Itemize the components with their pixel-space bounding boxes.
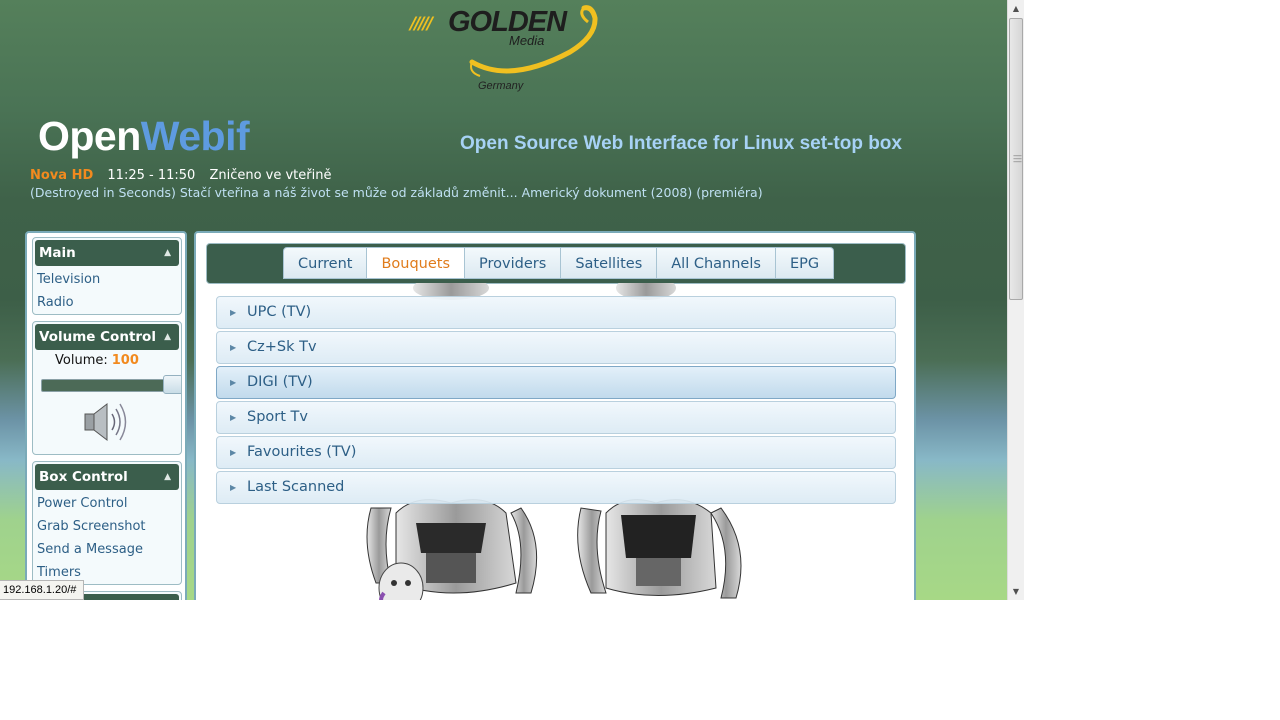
- golden-media-logo: ///// GOLDEN Media Germany: [400, 2, 610, 97]
- left-sidebar: Main ▲ Television Radio Volume Control ▲…: [25, 231, 187, 600]
- expand-triangle-icon: ▶: [230, 413, 237, 422]
- volume-slider-handle[interactable]: [163, 375, 181, 394]
- bouquet-item[interactable]: ▶ DIGI (TV): [216, 366, 896, 399]
- expand-triangle-icon: ▶: [230, 483, 237, 492]
- sidebar-item-grab-screenshot[interactable]: Grab Screenshot: [33, 515, 181, 538]
- logo-sub: Media: [509, 33, 545, 48]
- now-playing-description: (Destroyed in Seconds) Stačí vteřina a n…: [30, 185, 763, 200]
- bouquet-label: UPC (TV): [247, 304, 312, 320]
- bouquet-label: DIGI (TV): [247, 374, 313, 390]
- tab-all-channels[interactable]: All Channels: [657, 247, 776, 279]
- volume-readout: Volume: 100: [55, 353, 139, 368]
- bouquet-label: Cz+Sk Tv: [247, 339, 317, 355]
- sidebar-item-radio[interactable]: Radio: [33, 291, 181, 314]
- volume-panel: Volume Control ▲ Volume: 100: [32, 321, 182, 455]
- bouquet-label: Favourites (TV): [247, 444, 357, 460]
- bouquet-item[interactable]: ▶ Favourites (TV): [216, 436, 896, 469]
- bouquet-item[interactable]: ▶ Sport Tv: [216, 401, 896, 434]
- expand-triangle-icon: ▶: [230, 343, 237, 352]
- speaker-icon[interactable]: [83, 400, 133, 448]
- openwebif-title: OpenWebif: [38, 113, 250, 160]
- logo-country: Germany: [478, 80, 524, 92]
- scroll-down-arrow-icon[interactable]: ▼: [1008, 583, 1024, 600]
- bouquet-item[interactable]: ▶ Cz+Sk Tv: [216, 331, 896, 364]
- volume-panel-header[interactable]: Volume Control ▲: [35, 324, 179, 350]
- expand-triangle-icon: ▶: [230, 448, 237, 457]
- expand-triangle-icon: ▶: [230, 378, 237, 387]
- now-playing-title: Zničeno ve vteřině: [209, 168, 332, 183]
- sidebar-item-send-message[interactable]: Send a Message: [33, 538, 181, 561]
- tab-current[interactable]: Current: [283, 247, 368, 279]
- collapse-caret-icon[interactable]: ▲: [164, 464, 171, 490]
- browser-viewport: ///// GOLDEN Media Germany OpenWebif Ope…: [0, 0, 1007, 600]
- bouquet-item[interactable]: ▶ Last Scanned: [216, 471, 896, 504]
- tab-bouquets[interactable]: Bouquets: [367, 247, 466, 279]
- volume-value: 100: [111, 353, 139, 368]
- now-playing-time: 11:25 - 11:50: [107, 168, 196, 183]
- brand-open: Open: [38, 113, 141, 159]
- volume-slider-track[interactable]: [41, 379, 165, 392]
- collapse-caret-icon[interactable]: ▲: [164, 324, 171, 350]
- tab-bar: Current Bouquets Providers Satellites Al…: [206, 243, 906, 284]
- scrollbar-grip-icon: — — —: [1013, 151, 1022, 167]
- vertical-scrollbar[interactable]: ▲ — — — ▼: [1007, 0, 1024, 600]
- collapse-caret-icon[interactable]: ▲: [164, 240, 171, 266]
- logo-brand: GOLDEN: [448, 6, 567, 38]
- brand-webif: Webif: [140, 113, 250, 159]
- status-url-tooltip: 192.168.1.20/#: [0, 580, 84, 600]
- bouquet-list: ▶ UPC (TV) ▶ Cz+Sk Tv ▶ DIGI (TV) ▶ Sport Tv…: [216, 296, 896, 506]
- main-panel-title: Main: [39, 245, 76, 261]
- box-control-title: Box Control: [39, 469, 128, 485]
- volume-panel-title: Volume Control: [39, 329, 156, 345]
- main-panel-header[interactable]: Main ▲: [35, 240, 179, 266]
- main-panel: Main ▲ Television Radio: [32, 237, 182, 315]
- logo-stripes: /////: [410, 14, 433, 34]
- now-playing-channel[interactable]: Nova HD: [30, 168, 93, 183]
- page-tagline: Open Source Web Interface for Linux set-…: [460, 133, 902, 154]
- box-control-panel-header[interactable]: Box Control ▲: [35, 464, 179, 490]
- expand-triangle-icon: ▶: [230, 308, 237, 317]
- main-content: Current Bouquets Providers Satellites Al…: [194, 231, 916, 600]
- sidebar-item-television[interactable]: Television: [33, 268, 181, 291]
- tab-providers[interactable]: Providers: [465, 247, 562, 279]
- volume-label: Volume:: [55, 353, 108, 368]
- sidebar-item-power-control[interactable]: Power Control: [33, 492, 181, 515]
- box-control-panel: Box Control ▲ Power Control Grab Screens…: [32, 461, 182, 585]
- bouquet-label: Last Scanned: [247, 479, 345, 495]
- bouquet-item[interactable]: ▶ UPC (TV): [216, 296, 896, 329]
- tab-epg[interactable]: EPG: [775, 247, 835, 279]
- scroll-up-arrow-icon[interactable]: ▲: [1008, 0, 1024, 17]
- now-playing-bar: Nova HD 11:25 - 11:50 Zničeno ve vteřině: [30, 168, 331, 183]
- tab-satellites[interactable]: Satellites: [561, 247, 658, 279]
- bouquet-label: Sport Tv: [247, 409, 308, 425]
- scrollbar-thumb[interactable]: — — —: [1009, 18, 1023, 300]
